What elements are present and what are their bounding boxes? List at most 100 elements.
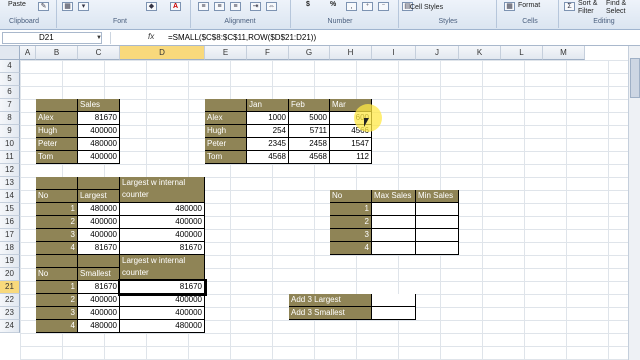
percent-button[interactable]: % xyxy=(330,1,336,8)
monthly-name-cell[interactable]: Alex xyxy=(205,112,247,125)
name-box[interactable]: D21 xyxy=(2,32,102,44)
indent-icon[interactable]: ⇥ xyxy=(250,2,261,11)
column-header-i[interactable]: I xyxy=(372,46,416,60)
max-sales-cell[interactable] xyxy=(372,216,416,229)
monthly-name-cell[interactable]: Hugh xyxy=(205,125,247,138)
comma-style-icon[interactable]: , xyxy=(346,2,357,11)
add-largest-cell[interactable] xyxy=(372,294,416,307)
month-header[interactable]: Jan xyxy=(247,99,289,112)
row-header-14[interactable]: 14 xyxy=(0,190,20,203)
column-header-j[interactable]: J xyxy=(416,46,459,60)
smallest-counter-header[interactable]: Largest w internal counter xyxy=(120,255,205,281)
largest-counter-cell[interactable]: 480000 xyxy=(120,203,205,216)
column-header-g[interactable]: G xyxy=(289,46,330,60)
monthly-name-cell[interactable]: Tom xyxy=(205,151,247,164)
sales-name-cell[interactable]: Hugh xyxy=(36,125,78,138)
add-smallest-cell[interactable] xyxy=(372,307,416,320)
column-header-h[interactable]: H xyxy=(330,46,372,60)
monthly-value-cell[interactable]: 5711 xyxy=(289,125,330,138)
min-sales-cell[interactable] xyxy=(416,229,459,242)
column-header-e[interactable]: E xyxy=(205,46,247,60)
font-color-icon[interactable]: A xyxy=(170,2,181,11)
row-header-12[interactable]: 12 xyxy=(0,164,20,177)
monthly-value-cell[interactable]: 112 xyxy=(330,151,372,164)
row-header-18[interactable]: 18 xyxy=(0,242,20,255)
smallest-no-cell[interactable]: 1 xyxy=(36,281,78,294)
maxmin-no-cell[interactable]: 1 xyxy=(330,203,372,216)
largest-counter-cell[interactable]: 400000 xyxy=(120,229,205,242)
largest-no-cell[interactable]: 2 xyxy=(36,216,78,229)
sales-value-cell[interactable]: 81670 xyxy=(78,112,120,125)
row-header-9[interactable]: 9 xyxy=(0,125,20,138)
largest-value-cell[interactable]: 400000 xyxy=(78,216,120,229)
filter-button[interactable]: Filter xyxy=(578,8,594,15)
smallest-no-header[interactable]: No xyxy=(36,268,78,281)
monthly-value-cell[interactable]: 5000 xyxy=(289,112,330,125)
max-sales-cell[interactable] xyxy=(372,242,416,255)
align-left-icon[interactable]: ≡ xyxy=(198,2,209,11)
sales-corner-cell[interactable] xyxy=(36,99,78,112)
smallest-value-cell[interactable]: 81670 xyxy=(78,281,120,294)
min-sales-cell[interactable] xyxy=(416,242,459,255)
monthly-value-cell[interactable]: 4568 xyxy=(247,151,289,164)
row-header-17[interactable]: 17 xyxy=(0,229,20,242)
fill-color-icon[interactable]: ◆ xyxy=(146,2,157,11)
merge-center-icon[interactable]: ⇔ xyxy=(266,2,277,11)
monthly-name-cell[interactable]: Peter xyxy=(205,138,247,151)
largest-no-header[interactable]: No xyxy=(36,190,78,203)
largest-no-cell[interactable]: 3 xyxy=(36,229,78,242)
row-header-19[interactable]: 19 xyxy=(0,255,20,268)
min-sales-cell[interactable] xyxy=(416,203,459,216)
sales-value-cell[interactable]: 480000 xyxy=(78,138,120,151)
align-right-icon[interactable]: ≡ xyxy=(230,2,241,11)
monthly-value-cell[interactable]: 2458 xyxy=(289,138,330,151)
maxmin-no-cell[interactable]: 4 xyxy=(330,242,372,255)
largest-no-cell[interactable]: 4 xyxy=(36,242,78,255)
smallest-header[interactable]: Smallest xyxy=(78,268,120,281)
row-header-7[interactable]: 7 xyxy=(0,99,20,112)
largest-value-cell[interactable]: 400000 xyxy=(78,229,120,242)
monthly-value-cell[interactable]: 1547 xyxy=(330,138,372,151)
paste-button[interactable]: Paste xyxy=(8,1,26,8)
decrease-decimal-icon[interactable]: ⁻ xyxy=(378,2,389,11)
smallest-value-cell[interactable]: 400000 xyxy=(78,294,120,307)
monthly-value-cell[interactable]: 254 xyxy=(247,125,289,138)
sales-value-cell[interactable]: 400000 xyxy=(78,151,120,164)
sales-name-cell[interactable]: Alex xyxy=(36,112,78,125)
column-header-m[interactable]: M xyxy=(543,46,585,60)
borders-icon[interactable]: ▦ xyxy=(62,2,73,11)
monthly-value-cell[interactable]: 1000 xyxy=(247,112,289,125)
select-button[interactable]: Select xyxy=(606,8,625,15)
column-header-a[interactable]: A xyxy=(20,46,36,60)
largest-counter-cell[interactable]: 81670 xyxy=(120,242,205,255)
formula-input[interactable]: =SMALL($C$8:$C$11,ROW($D$21:D21)) xyxy=(168,32,316,43)
row-header-13[interactable]: 13 xyxy=(0,177,20,190)
min-sales-cell[interactable] xyxy=(416,216,459,229)
smallest-counter-cell[interactable]: 480000 xyxy=(120,320,205,333)
smallest-counter-cell[interactable]: 400000 xyxy=(120,307,205,320)
maxmin-no-cell[interactable]: 3 xyxy=(330,229,372,242)
row-header-15[interactable]: 15 xyxy=(0,203,20,216)
vertical-scrollbar[interactable] xyxy=(628,46,640,360)
column-header-b[interactable]: B xyxy=(36,46,78,60)
largest-no-cell[interactable]: 1 xyxy=(36,203,78,216)
smallest-value-cell[interactable]: 400000 xyxy=(78,307,120,320)
select-all-corner[interactable] xyxy=(0,46,20,60)
smallest-value-cell[interactable]: 480000 xyxy=(78,320,120,333)
sales-header[interactable]: Sales xyxy=(78,99,120,112)
largest-counter-cell[interactable]: 400000 xyxy=(120,216,205,229)
active-cell-d21[interactable]: 81670 xyxy=(118,279,207,296)
format-painter-icon[interactable]: ✎ xyxy=(38,2,49,11)
row-header-6[interactable]: 6 xyxy=(0,86,20,99)
max-sales-cell[interactable] xyxy=(372,203,416,216)
currency-button[interactable]: $ xyxy=(306,1,310,8)
largest-value-cell[interactable]: 480000 xyxy=(78,203,120,216)
row-header-11[interactable]: 11 xyxy=(0,151,20,164)
max-sales-header[interactable]: Max Sales xyxy=(372,190,416,203)
column-header-k[interactable]: K xyxy=(459,46,501,60)
largest-header[interactable]: Largest xyxy=(78,190,120,203)
monthly-value-cell[interactable]: 4568 xyxy=(289,151,330,164)
dropdown-icon[interactable]: ▾ xyxy=(78,2,89,11)
smallest-no-cell[interactable]: 3 xyxy=(36,307,78,320)
sales-name-cell[interactable]: Peter xyxy=(36,138,78,151)
